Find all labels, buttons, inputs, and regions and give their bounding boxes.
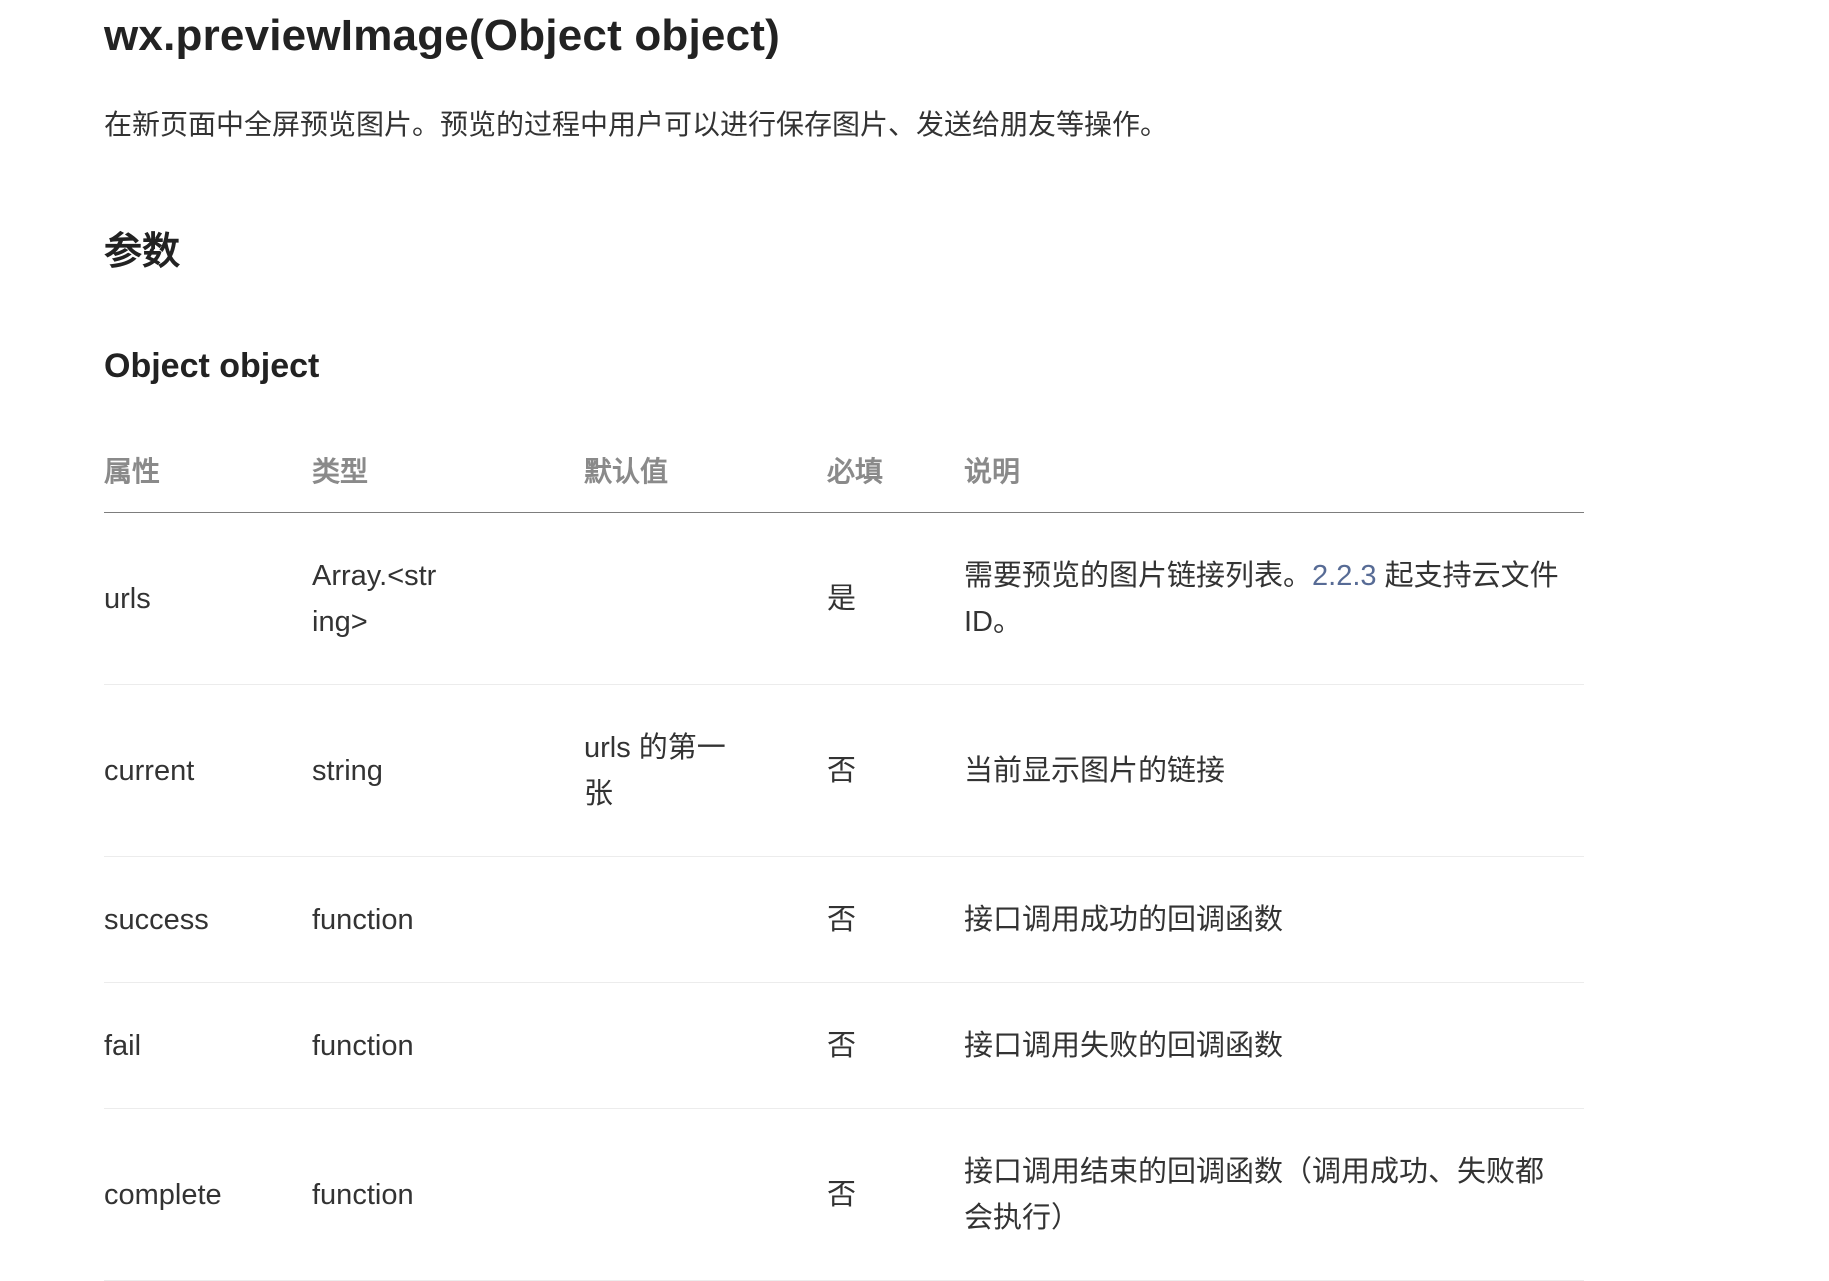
param-description: 当前显示图片的链接 [964, 754, 1226, 787]
page-title: wx.previewImage(Object object) [104, 11, 780, 60]
table-row-urls: urls Array.<string> 是 需要预览的图片链接列表。2.2.3 … [104, 512, 1584, 685]
cell-name: success [104, 856, 312, 983]
param-description: 接口调用成功的回调函数 [964, 903, 1284, 936]
cell-required: 否 [827, 1108, 964, 1281]
params-section-heading: 参数 [104, 231, 181, 273]
cell-required: 否 [827, 982, 964, 1109]
cell-name: current [104, 684, 312, 857]
param-required: 否 [827, 903, 857, 936]
cell-required: 否 [827, 684, 964, 857]
param-required: 否 [827, 754, 857, 787]
header-row: 属性 类型 默认值 必填 说明 [104, 428, 1584, 513]
param-type: Array.<string> [312, 559, 437, 638]
param-required: 否 [827, 1178, 857, 1211]
param-description: 接口调用失败的回调函数 [964, 1029, 1284, 1062]
param-name: fail [104, 1029, 142, 1062]
cell-description: 接口调用结束的回调函数（调用成功、失败都会执行） [964, 1108, 1584, 1281]
table-row-fail: fail function 否 接口调用失败的回调函数 [104, 982, 1584, 1109]
cell-description: 需要预览的图片链接列表。2.2.3 起支持云文件ID。 [964, 512, 1584, 685]
header-type: 类型 [312, 428, 584, 513]
params-table-body: urls Array.<string> 是 需要预览的图片链接列表。2.2.3 … [104, 512, 1584, 1281]
param-required: 否 [827, 1029, 857, 1062]
param-description: 需要预览的图片链接列表。2.2.3 起支持云文件ID。 [964, 553, 1584, 645]
cell-type: function [312, 856, 584, 983]
param-description: 接口调用结束的回调函数（调用成功、失败都会执行） [964, 1155, 1545, 1234]
cell-name: complete [104, 1108, 312, 1281]
doc-content: wx.previewImage(Object object) 在新页面中全屏预览… [104, 0, 1584, 1281]
param-name: complete [104, 1178, 222, 1211]
param-type: function [312, 903, 414, 936]
table-row-current: current string urls 的第一张 否 当前显示图片的链接 [104, 684, 1584, 857]
object-object-heading: Object object [104, 347, 320, 385]
params-table: 属性 类型 默认值 必填 说明 urls Array.<string> 是 需要… [104, 428, 1584, 1281]
param-name: current [104, 754, 195, 787]
param-required: 是 [827, 582, 857, 615]
header-default: 默认值 [584, 428, 827, 513]
header-required: 必填 [827, 428, 964, 513]
param-name: success [104, 903, 209, 936]
cell-default: urls 的第一张 [584, 684, 827, 857]
table-row-success: success function 否 接口调用成功的回调函数 [104, 856, 1584, 983]
params-table-header: 属性 类型 默认值 必填 说明 [104, 428, 1584, 513]
cell-required: 否 [827, 856, 964, 983]
cell-type: string [312, 684, 584, 857]
param-type: function [312, 1029, 414, 1062]
cell-type: Array.<string> [312, 512, 584, 685]
cell-name: urls [104, 512, 312, 685]
param-type: string [312, 754, 383, 787]
param-default: urls 的第一张 [584, 731, 726, 810]
cell-default [584, 982, 827, 1109]
cell-type: function [312, 1108, 584, 1281]
version-link[interactable]: 2.2.3 [1312, 560, 1377, 592]
cell-description: 接口调用失败的回调函数 [964, 982, 1584, 1109]
table-row-complete: complete function 否 接口调用结束的回调函数（调用成功、失败都… [104, 1108, 1584, 1281]
cell-description: 当前显示图片的链接 [964, 684, 1584, 857]
param-type: function [312, 1178, 414, 1211]
cell-name: fail [104, 982, 312, 1109]
description-text: 需要预览的图片链接列表。 [964, 559, 1313, 592]
api-description: 在新页面中全屏预览图片。预览的过程中用户可以进行保存图片、发送给朋友等操作。 [104, 109, 1169, 140]
param-name: urls [104, 582, 151, 615]
cell-default [584, 1108, 827, 1281]
cell-default [584, 512, 827, 685]
cell-type: function [312, 982, 584, 1109]
header-description: 说明 [964, 428, 1584, 513]
cell-default [584, 856, 827, 983]
header-property: 属性 [104, 428, 312, 513]
cell-required: 是 [827, 512, 964, 685]
cell-description: 接口调用成功的回调函数 [964, 856, 1584, 983]
